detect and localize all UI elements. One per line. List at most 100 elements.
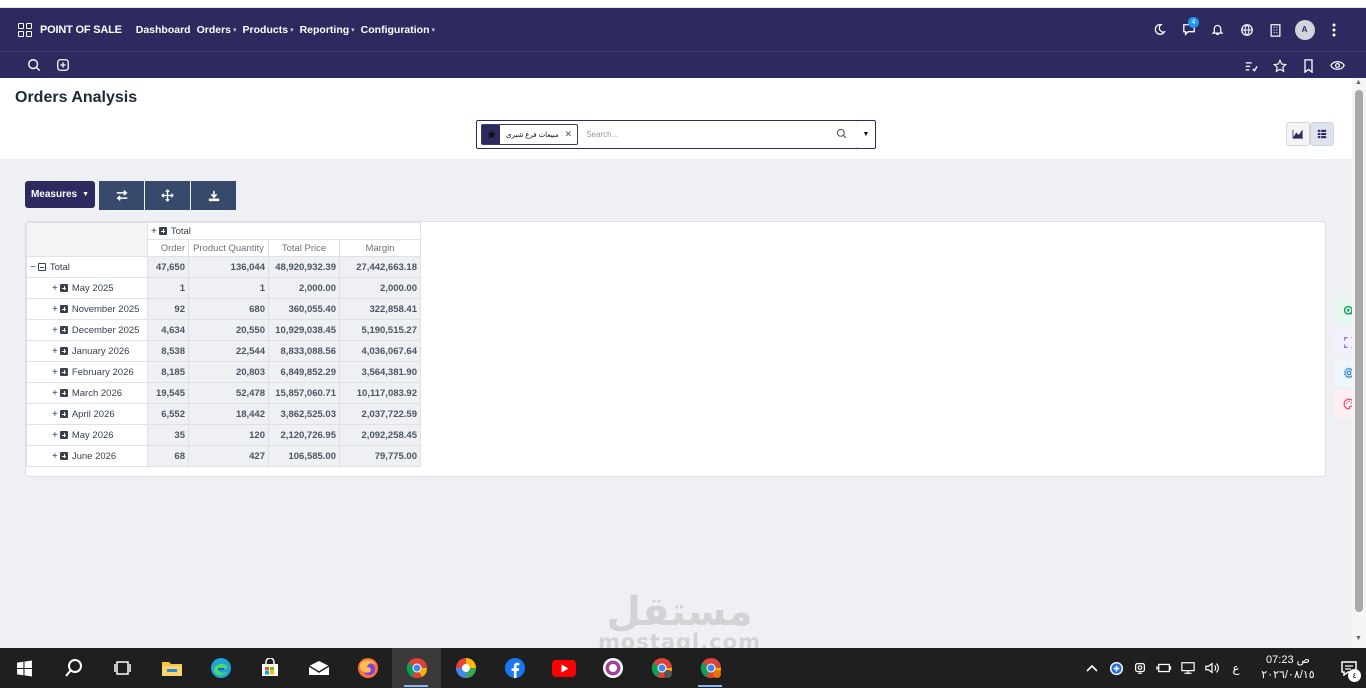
chat-icon[interactable]: 4 (1174, 16, 1203, 40)
flip-axis-button[interactable] (99, 181, 144, 210)
cell-product-quantity[interactable]: 22,544 (188, 340, 269, 362)
cell-margin[interactable]: 2,037,722.59 (339, 403, 421, 425)
cell-total-price[interactable]: 8,833,088.56 (268, 340, 340, 362)
row-header[interactable]: + November 2025 (26, 298, 148, 320)
dark-mode-moon-icon[interactable] (1145, 20, 1174, 40)
firefox-icon[interactable] (343, 648, 392, 688)
purple-circle-app-icon[interactable] (588, 648, 637, 688)
cell-product-quantity[interactable]: 680 (188, 298, 269, 320)
cell-total-price[interactable]: 6,849,852.29 (268, 361, 340, 383)
battery-plug-icon[interactable] (1152, 648, 1176, 688)
globe-icon[interactable] (1232, 20, 1261, 40)
network-icon[interactable] (1176, 648, 1200, 688)
windows-start-icon[interactable] (0, 648, 49, 688)
cell-product-quantity[interactable]: 120 (188, 424, 269, 446)
camera-icon[interactable] (1128, 648, 1152, 688)
row-header[interactable]: + December 2025 (26, 319, 148, 341)
cell-product-quantity[interactable]: 136,044 (188, 256, 269, 278)
measure-header-margin[interactable]: Margin (339, 239, 421, 257)
file-explorer-icon[interactable] (147, 648, 196, 688)
cell-product-quantity[interactable]: 1 (188, 277, 269, 299)
cell-order[interactable]: 68 (147, 445, 189, 467)
cell-margin[interactable]: 5,190,515.27 (339, 319, 421, 341)
chevron-up-icon[interactable] (1080, 648, 1104, 688)
menu-configuration[interactable]: Configuration ▾ (361, 24, 435, 36)
row-header[interactable]: + May 2026 (26, 424, 148, 446)
cell-margin[interactable]: 2,092,258.45 (339, 424, 421, 446)
cell-total-price[interactable]: 15,857,060.71 (268, 382, 340, 404)
col-header-total[interactable]: + Total (147, 222, 421, 240)
scroll-down-arrow-icon[interactable]: ▼ (1355, 635, 1362, 642)
menu-orders[interactable]: Orders ▾ (197, 24, 237, 36)
row-header[interactable]: + February 2026 (26, 361, 148, 383)
taskbar-clock[interactable]: 07:23 ص ٢٠٢٦/٠٨/١٥ (1252, 653, 1324, 683)
menu-products[interactable]: Products ▾ (243, 24, 294, 36)
scroll-up-arrow-icon[interactable]: ▲ (1355, 79, 1362, 86)
measure-header-product-quantity[interactable]: Product Quantity (188, 239, 269, 257)
chrome-profile-2-icon[interactable] (686, 648, 735, 688)
cell-margin[interactable]: 2,000.00 (339, 277, 421, 299)
cell-order[interactable]: 4,634 (147, 319, 189, 341)
chrome-profile-icon[interactable] (637, 648, 686, 688)
cell-total-price[interactable]: 106,585.00 (268, 445, 340, 467)
cell-margin[interactable]: 10,117,083.92 (339, 382, 421, 404)
cell-total-price[interactable]: 10,929,038.45 (268, 319, 340, 341)
pivot-view-button[interactable] (1310, 122, 1334, 146)
company-building-icon[interactable] (1261, 20, 1290, 40)
bell-icon[interactable] (1203, 20, 1232, 40)
user-avatar[interactable]: A (1290, 19, 1319, 40)
menu-reporting[interactable]: Reporting ▾ (300, 24, 355, 36)
cell-total-price[interactable]: 2,120,726.95 (268, 424, 340, 446)
checklist-icon[interactable] (1236, 56, 1265, 76)
microsoft-store-icon[interactable] (245, 648, 294, 688)
vpn-plus-icon[interactable] (1104, 648, 1128, 688)
cell-order[interactable]: 6,552 (147, 403, 189, 425)
cell-margin[interactable]: 27,442,663.18 (339, 256, 421, 278)
eye-icon[interactable] (1323, 56, 1352, 76)
youtube-icon[interactable] (539, 648, 588, 688)
apps-grid-icon[interactable] (18, 22, 32, 37)
search-options-toggle[interactable]: ▼ (857, 120, 876, 149)
page-scrollbar[interactable]: ▲ ▼ (1352, 78, 1366, 648)
row-header-total[interactable]: − Total (26, 256, 148, 278)
cell-order[interactable]: 19,545 (147, 382, 189, 404)
cell-product-quantity[interactable]: 427 (188, 445, 269, 467)
cell-total-price[interactable]: 360,055.40 (268, 298, 340, 320)
row-header[interactable]: + January 2026 (26, 340, 148, 362)
search-icon[interactable] (49, 648, 98, 688)
cell-product-quantity[interactable]: 20,550 (188, 319, 269, 341)
measure-header-order[interactable]: Order (147, 239, 189, 257)
cell-product-quantity[interactable]: 52,478 (188, 382, 269, 404)
menu-dashboard[interactable]: Dashboard (136, 24, 191, 36)
close-icon[interactable]: ✕ (565, 129, 578, 140)
cell-order[interactable]: 8,185 (147, 361, 189, 383)
search-bar[interactable]: مبيعات فرع شبرى ✕ (476, 120, 858, 149)
search-input[interactable] (586, 130, 817, 139)
cell-order[interactable]: 8,538 (147, 340, 189, 362)
cell-margin[interactable]: 79,775.00 (339, 445, 421, 467)
row-header[interactable]: + April 2026 (26, 403, 148, 425)
bookmark-icon[interactable] (1294, 56, 1323, 76)
add-square-icon[interactable] (48, 55, 77, 75)
facebook-icon[interactable] (490, 648, 539, 688)
search-facet[interactable]: مبيعات فرع شبرى ✕ (481, 124, 579, 145)
kebab-menu-icon[interactable] (1319, 20, 1348, 40)
cell-order[interactable]: 1 (147, 277, 189, 299)
star-icon[interactable] (1265, 56, 1294, 76)
task-view-icon[interactable] (98, 648, 147, 688)
app-brand[interactable]: POINT OF SALE (18, 22, 122, 37)
volume-icon[interactable] (1200, 648, 1224, 688)
row-header[interactable]: + March 2026 (26, 382, 148, 404)
cell-total-price[interactable]: 2,000.00 (268, 277, 340, 299)
cell-product-quantity[interactable]: 18,442 (188, 403, 269, 425)
row-header[interactable]: + May 2025 (26, 277, 148, 299)
cell-product-quantity[interactable]: 20,803 (188, 361, 269, 383)
cell-total-price[interactable]: 3,862,525.03 (268, 403, 340, 425)
scroll-thumb[interactable] (1355, 90, 1363, 612)
input-language[interactable]: ع (1224, 648, 1248, 688)
expand-all-button[interactable] (145, 181, 190, 210)
measure-header-total-price[interactable]: Total Price (268, 239, 340, 257)
mail-icon[interactable] (294, 648, 343, 688)
cell-order[interactable]: 35 (147, 424, 189, 446)
photos-app-icon[interactable] (441, 648, 490, 688)
